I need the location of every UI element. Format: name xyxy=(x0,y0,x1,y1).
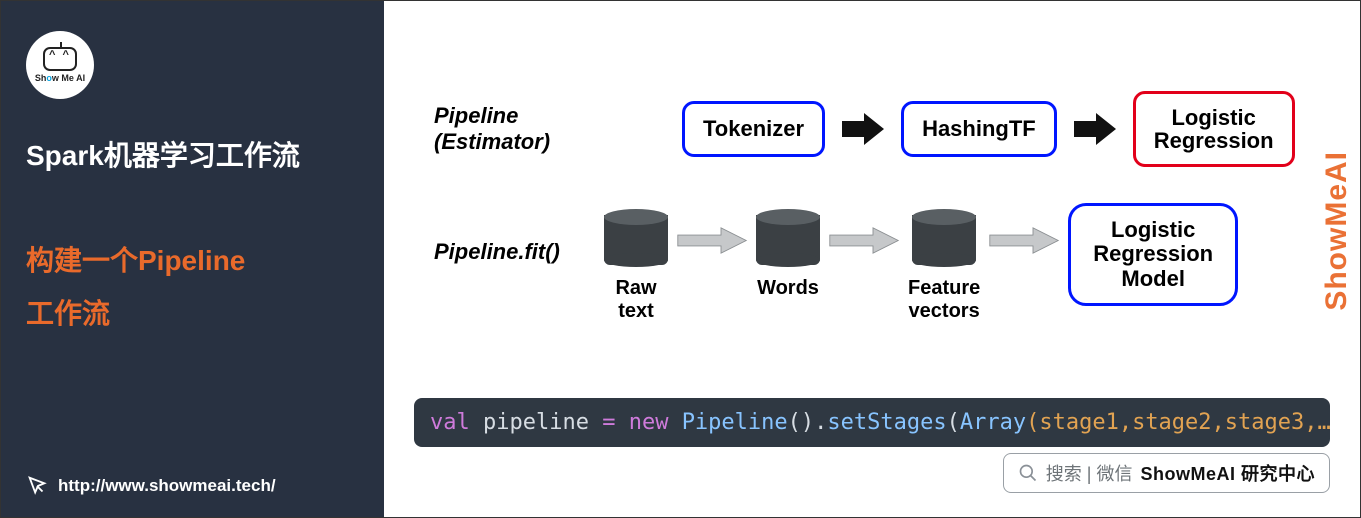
row2-label: Pipeline.fit() xyxy=(434,209,604,265)
code-args: (stage1,stage2,stage3,…)) xyxy=(1026,410,1330,435)
row1-label-a: Pipeline xyxy=(434,103,594,129)
stage-logreg-a: Logistic xyxy=(1154,106,1274,129)
sidebar-title: Spark机器学习工作流 xyxy=(26,134,359,174)
cursor-icon xyxy=(26,475,48,497)
code-p2: ( xyxy=(947,410,960,435)
search-icon xyxy=(1018,463,1038,483)
watermark: ShowMeAI xyxy=(1320,151,1354,311)
cap-raw-b: text xyxy=(615,300,656,323)
main: ShowMeAI Pipeline (Estimator) Tokenizer … xyxy=(384,1,1360,517)
search-hint: 搜索 | 微信 xyxy=(1046,460,1133,486)
diagram-row-estimator: Pipeline (Estimator) Tokenizer HashingTF… xyxy=(434,91,1300,167)
code-bar: val pipeline = new Pipeline().setStages(… xyxy=(414,398,1330,447)
cap-raw-text: Raw text xyxy=(615,277,656,323)
cylinder-icon xyxy=(912,209,976,265)
col-raw-text: Raw text xyxy=(604,209,668,323)
logo-face-icon xyxy=(43,47,77,71)
code-fn: setStages xyxy=(827,410,946,435)
code-class: Pipeline xyxy=(682,410,788,435)
cylinder-icon xyxy=(756,209,820,265)
footer-url[interactable]: http://www.showmeai.tech/ xyxy=(58,476,276,496)
arrow-icon xyxy=(1071,113,1119,145)
logo-text-b: w Me AI xyxy=(52,73,85,83)
cap-feat-a: Feature xyxy=(908,277,980,300)
cap-feat-b: vectors xyxy=(908,300,980,323)
grey-arrow-icon xyxy=(980,209,1068,254)
logo: Show Me AI xyxy=(26,31,94,99)
cap-raw-a: Raw xyxy=(615,277,656,300)
stage-logreg-b: Regression xyxy=(1154,129,1274,152)
sidebar-accent: 构建一个Pipeline 工作流 xyxy=(26,234,359,340)
search-badge[interactable]: 搜索 | 微信 ShowMeAI 研究中心 xyxy=(1003,453,1330,493)
model-a: Logistic xyxy=(1093,218,1213,242)
cap-features: Feature vectors xyxy=(908,277,980,323)
diagram-row-fit: Pipeline.fit() Raw text Words xyxy=(434,209,1300,323)
sidebar: Show Me AI Spark机器学习工作流 构建一个Pipeline 工作流… xyxy=(1,1,384,517)
stage-hashingtf: HashingTF xyxy=(901,101,1057,157)
search-brand: ShowMeAI 研究中心 xyxy=(1140,460,1315,486)
row1-label-b: (Estimator) xyxy=(434,129,594,155)
model-c: Model xyxy=(1093,267,1213,291)
arrow-icon xyxy=(839,113,887,145)
grey-arrow-icon xyxy=(820,209,908,254)
sidebar-accent-line2: 工作流 xyxy=(26,287,359,340)
cylinder-icon xyxy=(604,209,668,265)
logo-text-a: Sh xyxy=(35,73,47,83)
sidebar-accent-line1: 构建一个Pipeline xyxy=(26,234,359,287)
stage-logreg: Logistic Regression xyxy=(1133,91,1295,167)
code-p1: (). xyxy=(788,410,828,435)
pipeline-diagram: Pipeline (Estimator) Tokenizer HashingTF… xyxy=(404,21,1340,323)
model-box: Logistic Regression Model xyxy=(1068,203,1238,306)
code-eq: = xyxy=(602,410,615,435)
sidebar-footer: http://www.showmeai.tech/ xyxy=(26,475,359,497)
stage-tokenizer: Tokenizer xyxy=(682,101,825,157)
col-words: Words xyxy=(756,209,820,300)
logo-text: Show Me AI xyxy=(35,73,85,83)
cap-words: Words xyxy=(757,277,819,300)
grey-arrow-icon xyxy=(668,209,756,254)
col-feature-vectors: Feature vectors xyxy=(908,209,980,323)
row1-label: Pipeline (Estimator) xyxy=(434,103,594,156)
code-kw-new: new xyxy=(615,410,681,435)
code-array: Array xyxy=(960,410,1026,435)
model-b: Regression xyxy=(1093,242,1213,266)
code-ident: pipeline xyxy=(470,410,602,435)
code-kw-val: val xyxy=(430,410,470,435)
